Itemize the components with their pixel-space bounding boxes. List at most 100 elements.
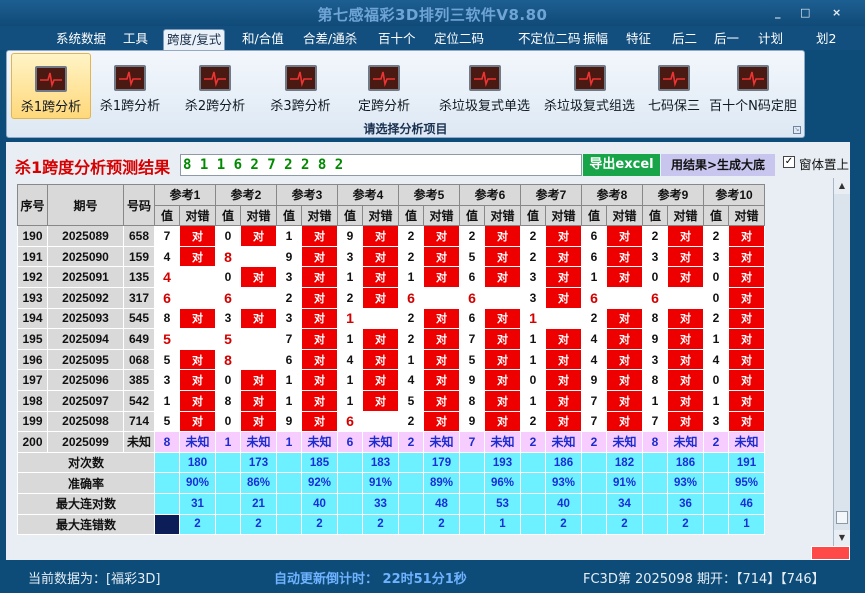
cell-value: 9	[459, 410, 485, 433]
cell-miss	[362, 410, 399, 433]
table-row[interactable]: 196 2025095 068 5 对 8 6 对 4 对 1 对 5 对 1 对 4 对 3 对 4 对	[17, 348, 765, 371]
close-button[interactable]: ×	[832, 6, 841, 19]
menu-item[interactable]: 后二	[669, 29, 700, 50]
scroll-up-icon[interactable]: ▲	[834, 178, 850, 194]
menu-item[interactable]: 和/合值	[239, 29, 287, 50]
table-row[interactable]: 190 2025089 658 7 对 0 对 1 对 9 对 2 对 2 对 2 对 6 对 2 对 2 对	[17, 225, 765, 247]
table-row[interactable]: 194 2025093 545 8 对 3 对 3 对 1 2 对 6 对 1 2 对 8 对 2 对	[17, 307, 765, 330]
menu-item[interactable]: 振幅	[580, 29, 611, 50]
stats-value: 186	[667, 451, 704, 474]
table-row[interactable]: 198 2025097 542 1 对 8 对 1 对 1 对 5 对 8 对 1 对 7 对 1 对 1 对	[17, 389, 765, 412]
cell-value: 2	[703, 431, 729, 453]
scroll-thumb[interactable]	[836, 511, 848, 524]
menu-item[interactable]: 合差/通杀	[300, 29, 360, 50]
col-header-ref[interactable]: 参考10	[703, 184, 765, 206]
cell-miss	[667, 286, 704, 309]
col-header-ref[interactable]: 参考3	[276, 184, 338, 206]
col-header-ref[interactable]: 参考2	[215, 184, 277, 206]
ribbon-button[interactable]: 杀3跨分析	[266, 53, 335, 119]
stats-value: 48	[423, 492, 460, 515]
col-header-ref[interactable]: 参考9	[642, 184, 704, 206]
ribbon-button[interactable]: 杀1跨分析	[11, 53, 91, 119]
col-header-ref[interactable]: 参考1	[154, 184, 216, 206]
cell-value: 8	[459, 389, 485, 412]
cell-seq: 192	[17, 266, 48, 288]
table-row[interactable]: 195 2025094 649 5 5 7 对 1 对 2 对 7 对 1 对 4 对 9 对 1 对	[17, 328, 765, 350]
cell-value: 1	[276, 225, 302, 247]
col-header-ref[interactable]: 参考4	[337, 184, 399, 206]
table-row[interactable]: 197 2025096 385 3 对 0 对 1 对 1 对 4 对 9 对 0 对 9 对 8 对 0 对	[17, 369, 765, 391]
stats-spacer	[215, 492, 241, 515]
minimize-button[interactable]: _	[775, 6, 781, 19]
vertical-scrollbar[interactable]: ▲ ▼	[833, 178, 850, 546]
ribbon-button[interactable]: 杀2跨分析	[181, 53, 249, 119]
result-textbox[interactable]: 8 1 1 6 2 7 2 2 8 2	[180, 154, 582, 176]
ribbon-button[interactable]: 七码保三	[641, 53, 707, 119]
col-header-ref[interactable]: 参考5	[398, 184, 460, 206]
cell-seq: 190	[17, 225, 48, 247]
ribbon-button[interactable]: 杀垃圾复式组选	[538, 53, 641, 119]
menu-item[interactable]: 系统数据	[53, 29, 109, 50]
menu-item[interactable]: 特征	[623, 29, 654, 50]
stats-spacer	[459, 472, 485, 494]
expand-corner-icon[interactable]: ↘	[793, 126, 801, 134]
stats-spacer	[215, 451, 241, 474]
topmost-checkbox[interactable]: ✓	[783, 156, 795, 168]
cell-miss	[179, 286, 216, 309]
ribbon-button-label: 杀垃圾复式单选	[438, 99, 530, 114]
cell-unknown: 未知	[728, 431, 765, 453]
table-row[interactable]: 199 2025098 714 5 对 0 对 9 对 6 2 对 9 对 2 对 7 对 7 对 3 对	[17, 410, 765, 433]
cell-unknown: 未知	[179, 431, 216, 453]
menu-item[interactable]: 定位二码	[431, 29, 487, 50]
cell-hit: 对	[728, 245, 765, 268]
stats-spacer	[642, 492, 668, 515]
ribbon-panel: 请选择分析项目 ↘ 杀1跨分析 杀1跨分析 杀2跨分析 杀3跨分析 定跨分析 杀垃圾复式单…	[6, 50, 805, 138]
generate-base-button[interactable]: 用结果>生成大底	[661, 154, 775, 176]
ribbon-button-label: 七码保三	[647, 99, 700, 114]
sub-header-value: 值	[215, 204, 241, 227]
cell-value: 1	[703, 389, 729, 412]
menu-item[interactable]: 百十个	[375, 29, 419, 50]
ribbon-button[interactable]: 定跨分析	[351, 53, 417, 119]
cell-hit: 对	[545, 410, 582, 433]
menu-item[interactable]: 跨度/复式	[163, 29, 226, 50]
ribbon-button[interactable]: 杀1跨分析	[98, 53, 162, 119]
table-row[interactable]: 191 2025090 159 4 对 8 9 对 3 对 2 对 5 对 2 对 6 对 3 对 3 对	[17, 245, 765, 268]
table-row[interactable]: 193 2025092 317 6 6 2 对 2 对 6 6 3 对 6 6 0 对	[17, 286, 765, 309]
cell-value: 7	[154, 225, 180, 247]
col-header-ref[interactable]: 参考8	[581, 184, 643, 206]
cell-value: 2	[581, 431, 607, 453]
cell-period: 2025089	[47, 225, 124, 247]
stats-value: 92%	[301, 472, 338, 494]
cell-value: 8	[215, 245, 241, 268]
scroll-down-icon[interactable]: ▼	[834, 530, 850, 546]
cell-unknown: 未知	[362, 431, 399, 453]
stats-spacer	[276, 472, 302, 494]
menu-item[interactable]: 划2	[813, 29, 839, 50]
export-excel-button[interactable]: 导出excel	[583, 154, 660, 176]
ribbon-button-label: 杀1跨分析	[20, 100, 82, 115]
table-row[interactable]: 192 2025091 135 4 0 对 3 对 1 对 1 对 6 对 3 对 1 对 0 对 0 对	[17, 266, 765, 288]
cell-hit: 对	[545, 286, 582, 309]
menu-item[interactable]: 工具	[120, 29, 151, 50]
menu-item[interactable]: 不定位二码	[515, 29, 584, 50]
cell-value: 3	[703, 410, 729, 433]
stats-value: 1	[484, 513, 521, 536]
pulse-chart-icon	[114, 65, 146, 91]
stats-value: 90%	[179, 472, 216, 494]
table-row[interactable]: 200 2025099 未知 8 未知 1 未知 1 未知 6 未知 2 未知 7 未知 2 未知 2 未知 8 未知 2…	[17, 431, 765, 453]
cell-miss	[240, 348, 277, 371]
cell-value: 4	[581, 348, 607, 371]
menu-item[interactable]: 计划	[755, 29, 786, 50]
cell-hit: 对	[179, 348, 216, 371]
ribbon-button[interactable]: 百十个N码定胆	[707, 53, 799, 119]
col-header-ref[interactable]: 参考6	[459, 184, 521, 206]
menu-item[interactable]: 后一	[711, 29, 742, 50]
maximize-button[interactable]: □	[800, 6, 810, 19]
col-header-ref[interactable]: 参考7	[520, 184, 582, 206]
cell-hit: 对	[240, 369, 277, 391]
ribbon-button[interactable]: 杀垃圾复式单选	[431, 53, 538, 119]
stats-row: 对次数 180 173 185 183 179 193 186 182 186 191	[17, 451, 765, 474]
stats-label: 准确率	[17, 472, 155, 494]
cell-hit: 对	[667, 266, 704, 288]
